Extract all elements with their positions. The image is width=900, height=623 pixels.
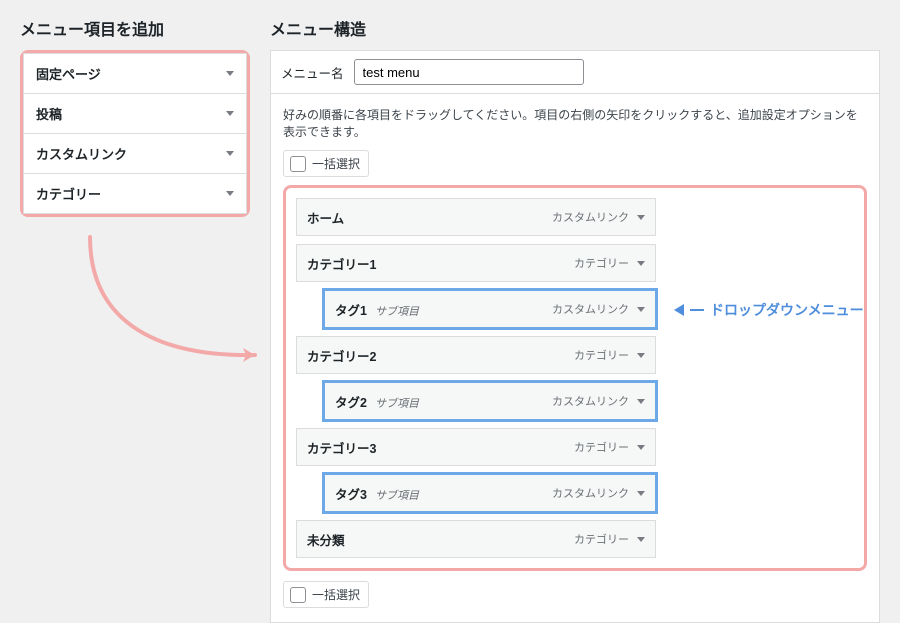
add-menu-items-title: メニュー項目を追加 — [20, 16, 250, 40]
chevron-down-icon[interactable] — [637, 215, 645, 220]
annotation-swoop-arrow — [20, 227, 250, 347]
bulk-select-label: 一括選択 — [312, 586, 360, 603]
menu-structure-title: メニュー構造 — [270, 16, 880, 40]
menu-item-sublabel: サブ項目 — [375, 303, 419, 319]
chevron-down-icon[interactable] — [637, 399, 645, 404]
menu-item-title: タグ2 — [335, 392, 367, 411]
add-items-accordion: 固定ページ 投稿 カスタムリンク カテゴリー — [23, 53, 247, 214]
dropdown-annotation: ドロップダウンメニュー — [674, 300, 864, 320]
chevron-down-icon — [226, 151, 234, 156]
chevron-down-icon[interactable] — [637, 353, 645, 358]
menu-item-tag3[interactable]: タグ3 サブ項目 カスタムリンク — [324, 474, 656, 512]
accordion-item-pages[interactable]: 固定ページ — [23, 53, 247, 93]
menu-item-title: カテゴリー3 — [307, 438, 376, 457]
chevron-down-icon[interactable] — [637, 307, 645, 312]
chevron-down-icon[interactable] — [637, 445, 645, 450]
bulk-select-bottom[interactable]: 一括選択 — [283, 581, 369, 608]
menu-item-sublabel: サブ項目 — [375, 487, 419, 503]
accordion-item-posts[interactable]: 投稿 — [23, 93, 247, 133]
menu-item-title: カテゴリー1 — [307, 254, 376, 273]
menu-name-input[interactable] — [354, 59, 584, 85]
chevron-down-icon — [226, 191, 234, 196]
menu-item-title: ホーム — [307, 208, 344, 227]
menu-item-type: カスタムリンク — [552, 301, 629, 317]
menu-item-tag2[interactable]: タグ2 サブ項目 カスタムリンク — [324, 382, 656, 420]
chevron-down-icon — [226, 111, 234, 116]
menu-item-category3[interactable]: カテゴリー3 カテゴリー — [296, 428, 656, 466]
menu-item-title: 未分類 — [307, 530, 345, 549]
arrow-stem — [690, 309, 704, 311]
accordion-item-label: カテゴリー — [36, 184, 101, 203]
bulk-select-top[interactable]: 一括選択 — [283, 150, 369, 177]
menu-item-title: タグ3 — [335, 484, 367, 503]
menu-item-category1[interactable]: カテゴリー1 カテゴリー — [296, 244, 656, 282]
menu-item-type: カスタムリンク — [552, 393, 629, 409]
menu-item-type: カテゴリー — [574, 347, 629, 363]
chevron-down-icon[interactable] — [637, 261, 645, 266]
menu-structure-panel: 好みの順番に各項目をドラッグしてください。項目の右側の矢印をクリックすると、追加… — [270, 94, 880, 623]
chevron-down-icon — [226, 71, 234, 76]
menu-name-row: メニュー名 — [270, 50, 880, 94]
menu-item-type: カスタムリンク — [552, 485, 629, 501]
dropdown-annotation-label: ドロップダウンメニュー — [710, 300, 864, 320]
bulk-select-checkbox[interactable] — [290, 156, 306, 172]
arrow-left-icon — [674, 304, 684, 316]
chevron-down-icon[interactable] — [637, 537, 645, 542]
chevron-down-icon[interactable] — [637, 491, 645, 496]
accordion-item-label: カスタムリンク — [36, 144, 127, 163]
accordion-item-custom-links[interactable]: カスタムリンク — [23, 133, 247, 173]
menu-item-tag1[interactable]: タグ1 サブ項目 カスタムリンク — [324, 290, 656, 328]
menu-item-title: タグ1 — [335, 300, 367, 319]
menu-item-sublabel: サブ項目 — [375, 395, 419, 411]
bulk-select-label: 一括選択 — [312, 155, 360, 172]
menu-item-type: カスタムリンク — [552, 209, 629, 225]
menu-item-category2[interactable]: カテゴリー2 カテゴリー — [296, 336, 656, 374]
instructions-text: 好みの順番に各項目をドラッグしてください。項目の右側の矢印をクリックすると、追加… — [283, 106, 867, 140]
menu-item-title: カテゴリー2 — [307, 346, 376, 365]
accordion-item-label: 投稿 — [36, 104, 62, 123]
menu-items-highlight-outline: ホーム カスタムリンク カテゴリー1 カテゴリー — [283, 185, 867, 571]
accordion-item-categories[interactable]: カテゴリー — [23, 173, 247, 214]
menu-item-uncategorized[interactable]: 未分類 カテゴリー — [296, 520, 656, 558]
menu-item-type: カテゴリー — [574, 255, 629, 271]
accordion-item-label: 固定ページ — [36, 64, 101, 83]
menu-item-type: カテゴリー — [574, 531, 629, 547]
accordion-highlight-outline: 固定ページ 投稿 カスタムリンク カテゴリー — [20, 50, 250, 217]
bulk-select-checkbox[interactable] — [290, 587, 306, 603]
menu-item-type: カテゴリー — [574, 439, 629, 455]
menu-item-home[interactable]: ホーム カスタムリンク — [296, 198, 656, 236]
menu-name-label: メニュー名 — [281, 63, 344, 82]
